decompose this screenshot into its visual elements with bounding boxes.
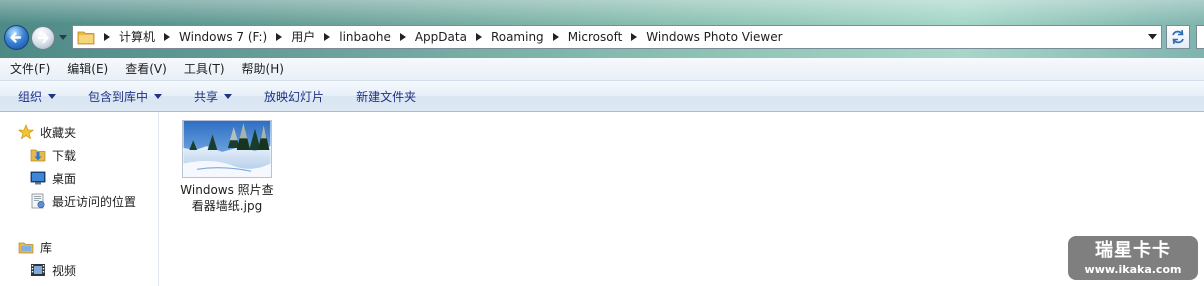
slideshow-label: 放映幻灯片 [264, 89, 325, 104]
share-button[interactable]: 共享 [176, 81, 246, 111]
navigation-pane: 收藏夹 下载 桌面 最近访问的位置 库 视频 [0, 112, 159, 286]
library-icon [18, 242, 34, 254]
nav-downloads-label: 下载 [52, 148, 77, 163]
nav-videos-label: 视频 [52, 263, 77, 278]
download-folder-icon [30, 149, 46, 162]
nav-favorites[interactable]: 收藏夹 [18, 121, 76, 143]
crumb-drive[interactable]: Windows 7 (F:) [173, 27, 273, 47]
slideshow-button[interactable]: 放映幻灯片 [246, 81, 338, 111]
new-folder-button[interactable]: 新建文件夹 [338, 81, 430, 111]
crumb-user[interactable]: linbaohe [333, 27, 397, 47]
organize-button[interactable]: 组织 [0, 81, 70, 111]
nav-desktop[interactable]: 桌面 [30, 167, 76, 189]
forward-arrow-icon [37, 32, 49, 44]
watermark-title: 瑞星卡卡 [1095, 240, 1171, 261]
image-thumbnail [182, 120, 272, 178]
chevron-down-icon [154, 93, 163, 99]
forward-button[interactable] [31, 26, 55, 50]
search-box[interactable] [1196, 25, 1204, 49]
nav-downloads[interactable]: 下载 [30, 144, 76, 166]
organize-label: 组织 [18, 89, 43, 104]
file-item[interactable]: Windows 照片查看器墙纸.jpg [175, 120, 279, 214]
desktop-icon [30, 171, 46, 185]
nav-recent-places-label: 最近访问的位置 [52, 194, 137, 209]
crumb-separator-icon[interactable] [550, 27, 562, 47]
new-folder-label: 新建文件夹 [356, 89, 417, 104]
refresh-button[interactable] [1166, 25, 1190, 49]
nav-libraries[interactable]: 库 [18, 236, 52, 258]
crumb-appdata[interactable]: AppData [409, 27, 473, 47]
back-arrow-icon [10, 32, 22, 43]
share-label: 共享 [194, 89, 219, 104]
nav-recent-places[interactable]: 最近访问的位置 [30, 190, 136, 212]
chevron-down-icon [224, 93, 233, 99]
menu-edit[interactable]: 编辑(E) [57, 58, 115, 80]
crumb-separator-icon[interactable] [473, 27, 485, 47]
star-icon [18, 124, 34, 140]
folder-icon [77, 31, 95, 45]
include-in-library-button[interactable]: 包含到库中 [70, 81, 176, 111]
watermark-logo: 瑞星卡卡 www.ikaka.com [1068, 236, 1198, 280]
crumb-separator-icon[interactable] [628, 27, 640, 47]
history-dropdown-icon[interactable] [58, 33, 68, 41]
crumb-separator-icon[interactable] [321, 27, 333, 47]
crumb-users[interactable]: 用户 [285, 27, 321, 47]
chevron-down-icon [1147, 34, 1157, 40]
address-dropdown-button[interactable] [1143, 26, 1161, 48]
explorer-window: 计算机 Windows 7 (F:) 用户 linbaohe AppData R… [0, 0, 1204, 286]
chevron-down-icon [48, 93, 57, 99]
file-list: Windows 照片查看器墙纸.jpg [159, 112, 1204, 286]
crumb-microsoft[interactable]: Microsoft [562, 27, 629, 47]
file-name: Windows 照片查看器墙纸.jpg [180, 183, 274, 213]
crumb-separator-icon[interactable] [161, 27, 173, 47]
crumb-roaming[interactable]: Roaming [485, 27, 550, 47]
crumb-separator-icon[interactable] [397, 27, 409, 47]
include-in-library-label: 包含到库中 [88, 89, 149, 104]
back-button[interactable] [4, 25, 29, 50]
video-icon [31, 264, 45, 276]
title-bar: 计算机 Windows 7 (F:) 用户 linbaohe AppData R… [0, 0, 1204, 58]
crumb-computer[interactable]: 计算机 [113, 27, 161, 47]
crumb-separator-icon[interactable] [101, 27, 113, 47]
refresh-icon [1172, 29, 1184, 45]
recent-places-icon [31, 193, 45, 209]
menu-bar: 文件(F) 编辑(E) 查看(V) 工具(T) 帮助(H) [0, 58, 1204, 81]
crumb-separator-icon[interactable] [273, 27, 285, 47]
nav-videos[interactable]: 视频 [30, 259, 76, 281]
nav-libraries-label: 库 [40, 240, 53, 255]
menu-tools[interactable]: 工具(T) [174, 58, 232, 80]
address-bar[interactable]: 计算机 Windows 7 (F:) 用户 linbaohe AppData R… [72, 25, 1162, 49]
menu-view[interactable]: 查看(V) [115, 58, 174, 80]
menu-file[interactable]: 文件(F) [0, 58, 57, 80]
nav-favorites-label: 收藏夹 [40, 125, 77, 140]
nav-desktop-label: 桌面 [52, 171, 77, 186]
menu-help[interactable]: 帮助(H) [232, 58, 291, 80]
watermark-url: www.ikaka.com [1084, 263, 1182, 276]
command-bar: 组织 包含到库中 共享 放映幻灯片 新建文件夹 [0, 81, 1204, 112]
crumb-photo-viewer[interactable]: Windows Photo Viewer [640, 27, 788, 47]
